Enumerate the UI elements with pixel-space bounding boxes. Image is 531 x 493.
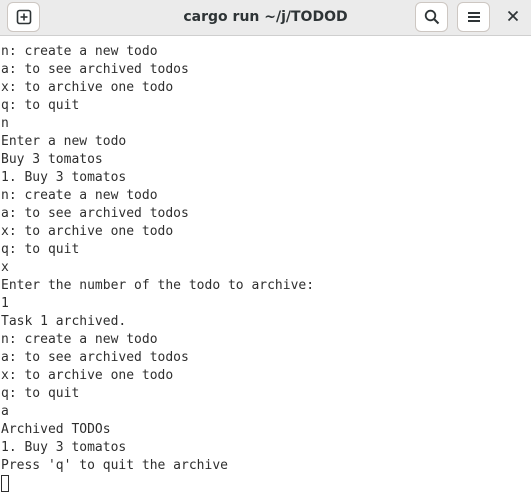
terminal-line: 1. Buy 3 tomatos — [1, 440, 127, 455]
terminal-window: cargo run ~/j/TODOD n: create a new todo… — [0, 0, 531, 493]
terminal-line: Archived TODOs — [1, 422, 111, 437]
terminal-line: q: to quit — [1, 242, 80, 257]
terminal-line: Enter a new todo — [1, 134, 127, 149]
menu-button[interactable] — [457, 2, 490, 32]
terminal-cursor — [1, 475, 9, 492]
close-button[interactable] — [505, 10, 521, 26]
search-button[interactable] — [415, 2, 448, 32]
terminal-line: n: create a new todo — [1, 44, 158, 59]
search-icon — [424, 9, 440, 25]
terminal-line: a: to see archived todos — [1, 62, 189, 77]
new-tab-button[interactable] — [7, 2, 40, 32]
terminal-line: n: create a new todo — [1, 332, 158, 347]
terminal-line: Enter the number of the todo to archive: — [1, 278, 315, 293]
terminal-line: Press 'q' to quit the archive — [1, 458, 228, 473]
terminal-line: x: to archive one todo — [1, 368, 174, 383]
hamburger-menu-icon — [466, 9, 482, 25]
plus-square-icon — [16, 9, 32, 25]
terminal-line: n: create a new todo — [1, 188, 158, 203]
terminal-line: q: to quit — [1, 386, 80, 401]
terminal-line: q: to quit — [1, 98, 80, 113]
close-icon — [507, 9, 519, 27]
header-bar: cargo run ~/j/TODOD — [0, 0, 531, 36]
terminal-output[interactable]: n: create a new todo a: to see archived … — [0, 43, 531, 493]
terminal-line: n — [1, 116, 9, 131]
terminal-line: 1. Buy 3 tomatos — [1, 170, 127, 185]
terminal-line: x: to archive one todo — [1, 224, 174, 239]
window-title: cargo run ~/j/TODOD — [183, 9, 348, 25]
terminal-line: a: to see archived todos — [1, 350, 189, 365]
terminal-line: a — [1, 404, 9, 419]
terminal-line: x: to archive one todo — [1, 80, 174, 95]
terminal-line: 1 — [1, 296, 9, 311]
terminal-line: Buy 3 tomatos — [1, 152, 103, 167]
terminal-line: Task 1 archived. — [1, 314, 127, 329]
terminal-line: x — [1, 260, 9, 275]
terminal-line: a: to see archived todos — [1, 206, 189, 221]
